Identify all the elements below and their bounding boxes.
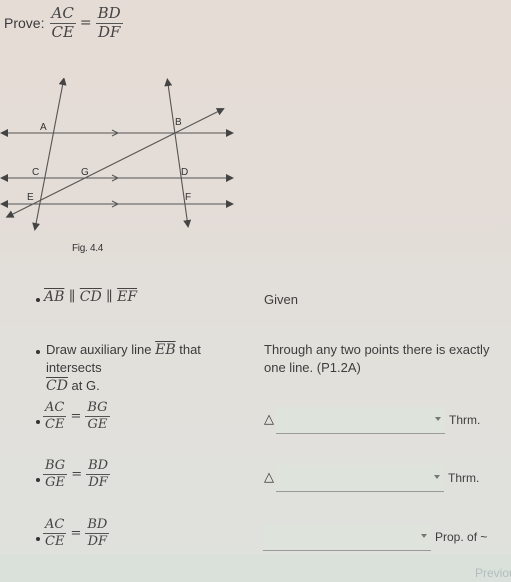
triangle-symbol: △	[264, 469, 274, 484]
chevron-down-icon	[421, 534, 427, 538]
step-5-statement: AC CE = BD DF	[43, 517, 110, 549]
segment-ef: EF	[117, 289, 138, 305]
denominator: CE	[51, 22, 74, 41]
segment-ab: AB	[44, 289, 65, 305]
step-5-reason-dropdown[interactable]	[263, 524, 431, 551]
step-2-statement: Draw auxiliary line EB that intersects C…	[46, 341, 260, 395]
fraction: BD DF	[86, 458, 111, 490]
statement-text: Draw auxiliary line	[46, 342, 156, 357]
point-label-b: B	[175, 117, 182, 128]
fraction: AC CE	[43, 517, 67, 549]
point-label-c: C	[32, 167, 39, 178]
transversal-right	[164, 78, 192, 228]
bullet	[36, 420, 40, 424]
numerator: BG	[43, 458, 68, 475]
parallel-symbol: ∥	[106, 289, 113, 305]
numerator: AC	[43, 517, 67, 534]
previous-button[interactable]: Previous	[475, 566, 511, 580]
prove-lhs-fraction: AC CE	[49, 4, 76, 41]
equals-sign: =	[79, 15, 92, 32]
point-label-e: E	[27, 192, 34, 203]
step-3-reason-suffix: Thrm.	[449, 413, 481, 427]
segment-cd: CD	[46, 378, 68, 394]
step-4-reason-dropdown[interactable]	[276, 465, 444, 492]
prove-label: Prove:	[4, 15, 45, 32]
point-label-d: D	[181, 167, 188, 178]
triangle-symbol: △	[264, 411, 274, 426]
geometry-figure: A B C G D E F	[0, 78, 234, 231]
equals-sign: =	[71, 466, 83, 482]
fraction: AC CE	[43, 400, 67, 432]
bullet	[36, 478, 40, 482]
transversal-left	[32, 78, 67, 231]
bullet	[36, 537, 40, 541]
prove-rhs-fraction: BD DF	[95, 4, 123, 41]
prove-statement: Prove: AC CE = BD DF	[4, 4, 123, 41]
numerator: BD	[95, 4, 123, 24]
denominator: DF	[88, 474, 108, 490]
numerator: AC	[43, 400, 67, 417]
step-4-statement: BG GE = BD DF	[43, 458, 111, 490]
step-1-statement: AB ∥ CD ∥ EF	[44, 289, 137, 305]
fraction: BG GE	[85, 400, 110, 432]
segment-cd: CD	[79, 289, 102, 305]
statement-text: at G.	[67, 378, 100, 393]
fraction: BD DF	[85, 517, 110, 549]
denominator: GE	[45, 474, 66, 490]
parallel-arrow-marks	[111, 129, 120, 208]
step-1-reason: Given	[264, 292, 298, 307]
bullet	[36, 298, 40, 302]
chevron-down-icon	[434, 475, 440, 479]
step-2-reason: Through any two points there is exactly …	[264, 342, 490, 375]
denominator: CE	[45, 533, 65, 549]
segment-eb: EB	[155, 342, 176, 358]
chevron-down-icon	[435, 417, 441, 421]
numerator: BD	[86, 458, 111, 475]
numerator: BG	[85, 400, 110, 417]
numerator: AC	[49, 4, 76, 24]
point-label-f: F	[185, 192, 191, 203]
step-5-reason-suffix: Prop. of ~	[435, 530, 488, 544]
denominator: GE	[87, 416, 108, 432]
denominator: CE	[45, 416, 65, 432]
bullet	[36, 350, 40, 354]
step-4-reason-suffix: Thrm.	[448, 471, 480, 485]
denominator: DF	[87, 533, 108, 549]
denominator: DF	[97, 22, 121, 41]
point-label-a: A	[40, 122, 47, 133]
fraction: BG GE	[43, 458, 68, 490]
equals-sign: =	[70, 408, 82, 424]
step-3-reason-dropdown[interactable]	[276, 407, 445, 434]
parallel-symbol: ∥	[68, 289, 76, 305]
figure-caption: Fig. 4.4	[72, 243, 103, 254]
numerator: BD	[85, 517, 110, 534]
point-label-g: G	[81, 167, 89, 178]
footer-bar	[0, 555, 511, 582]
step-3-statement: AC CE = BG GE	[43, 401, 110, 431]
equals-sign: =	[70, 525, 82, 541]
